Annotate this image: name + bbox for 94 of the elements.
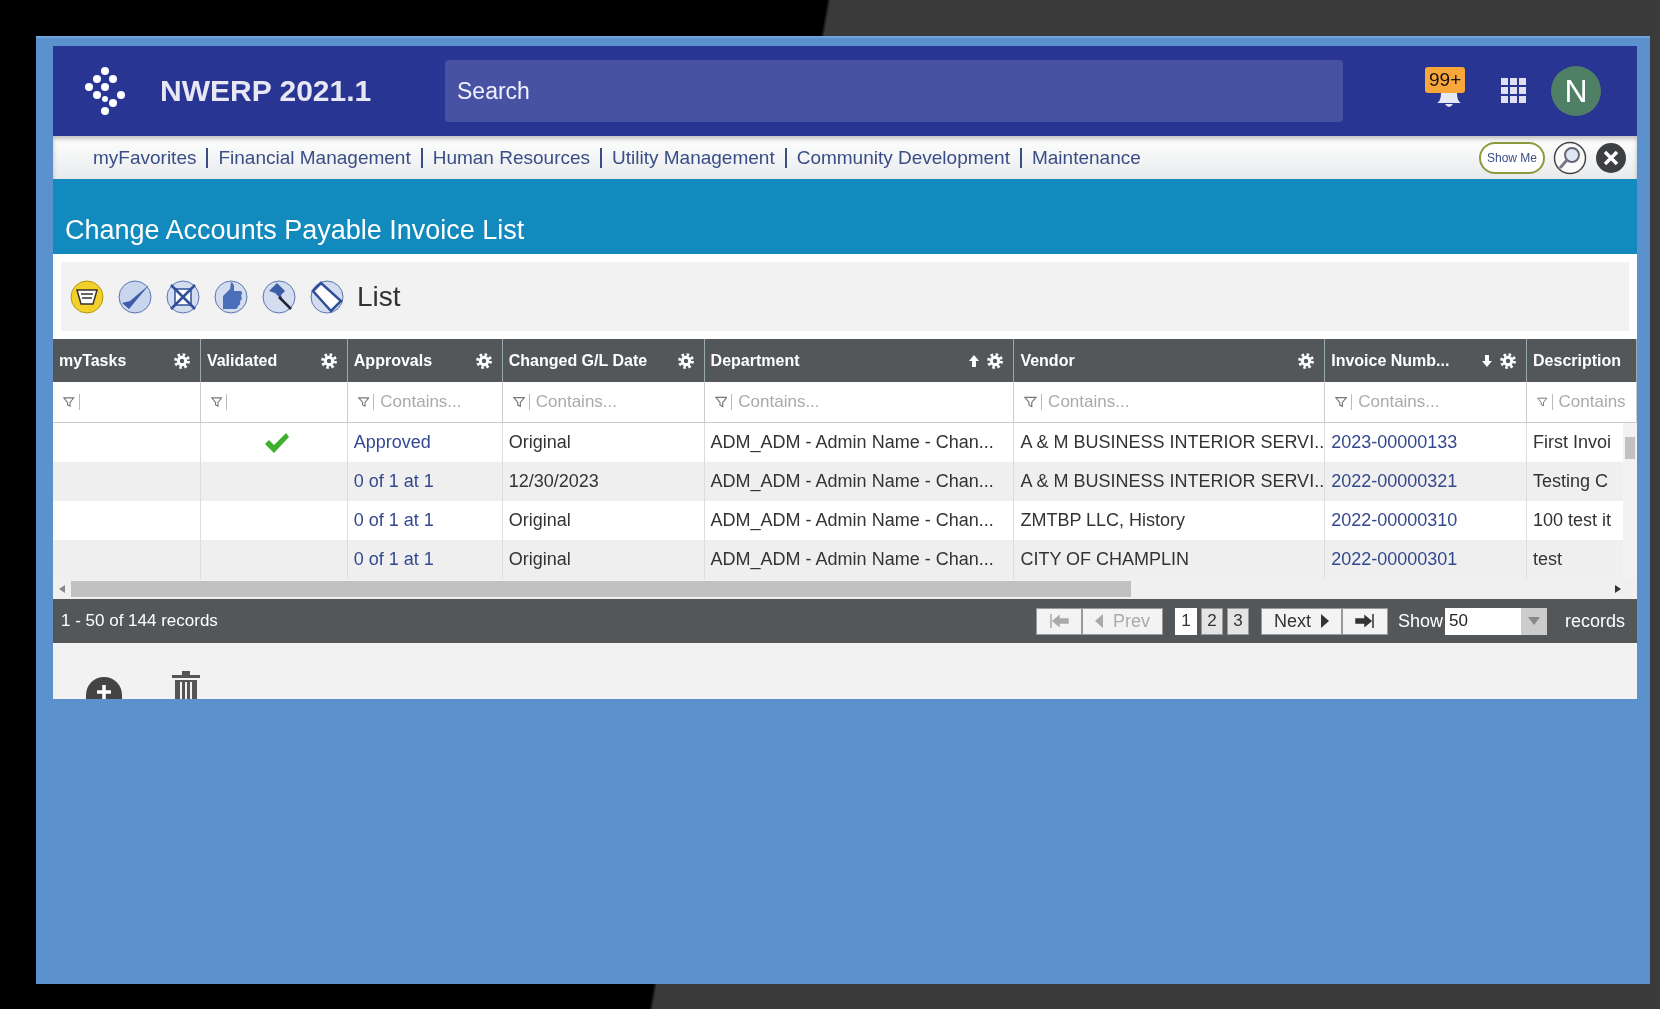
- search-icon[interactable]: [1553, 140, 1587, 175]
- checkmark-icon[interactable]: [117, 278, 153, 315]
- table-link[interactable]: 2022-00000310: [1331, 510, 1458, 531]
- vertical-scrollbar[interactable]: [1623, 423, 1637, 579]
- table-link[interactable]: 0 of 1 at 1: [353, 510, 434, 531]
- settings-icon[interactable]: [320, 352, 337, 369]
- filter-field[interactable]: Contains...: [1046, 391, 1325, 413]
- table-link[interactable]: 0 of 1 at 1: [353, 471, 434, 492]
- table-cell: Original: [508, 432, 571, 453]
- horizontal-scrollbar[interactable]: [53, 579, 1637, 599]
- column-header[interactable]: Vendor: [1014, 339, 1326, 382]
- column-header[interactable]: Changed G/L Date: [502, 339, 705, 382]
- page-button[interactable]: 3: [1226, 607, 1249, 635]
- column-header[interactable]: Department: [704, 339, 1015, 382]
- settings-icon[interactable]: [173, 352, 190, 369]
- filter-icon: [1024, 395, 1038, 409]
- table-cell: ADM_ADM - Admin Name - Chan...: [710, 549, 994, 570]
- column-header[interactable]: Validated: [200, 339, 348, 382]
- table-cell: ZMTBP LLC, History: [1020, 510, 1186, 531]
- column-header[interactable]: myTasks: [53, 339, 201, 382]
- table-cell: 100 test it: [1533, 510, 1612, 531]
- scroll-left-icon[interactable]: [59, 585, 65, 593]
- column-header[interactable]: Approvals: [347, 339, 503, 382]
- last-page-icon: [1354, 614, 1375, 628]
- view-label: List: [357, 280, 401, 313]
- settings-icon[interactable]: [475, 352, 492, 369]
- user-avatar[interactable]: N: [1551, 66, 1601, 116]
- scroll-right-icon[interactable]: [1615, 585, 1621, 593]
- table-cell: A & M BUSINESS INTERIOR SERVI...: [1020, 432, 1325, 453]
- nav-link[interactable]: Human Resources: [432, 146, 591, 169]
- notification-count: 99+: [1425, 67, 1466, 93]
- table-cell: A & M BUSINESS INTERIOR SERVI...: [1020, 471, 1325, 492]
- records-label: records: [1564, 610, 1625, 632]
- table-link[interactable]: 2023-00000133: [1331, 432, 1458, 453]
- filter-icon: [714, 395, 728, 409]
- table-cell: test: [1533, 549, 1563, 570]
- cross-icon[interactable]: [165, 278, 201, 315]
- table-link[interactable]: Approved: [353, 432, 431, 453]
- filter-icon: [1537, 395, 1548, 409]
- app-title: NWERP 2021.1: [160, 74, 373, 108]
- table-cell: First Invoi: [1533, 432, 1612, 453]
- table-link[interactable]: 2022-00000301: [1331, 549, 1458, 570]
- filter-icon: [1335, 395, 1348, 409]
- add-icon[interactable]: [86, 677, 122, 699]
- filter-field[interactable]: Contains...: [533, 391, 704, 413]
- settings-icon[interactable]: [1500, 352, 1517, 369]
- settings-icon[interactable]: [1298, 352, 1315, 369]
- column-header[interactable]: Invoice Numb...: [1325, 339, 1528, 382]
- table-link[interactable]: 0 of 1 at 1: [353, 549, 434, 570]
- page-size-dropdown[interactable]: 50: [1444, 607, 1547, 635]
- table-cell: Testing C: [1533, 471, 1609, 492]
- caret-right-icon: [1320, 614, 1329, 628]
- page-button[interactable]: 1: [1174, 607, 1197, 635]
- filter-field[interactable]: Contains...: [736, 391, 1014, 413]
- filter-icon: [210, 395, 223, 409]
- thumbs-up-icon[interactable]: [213, 278, 249, 315]
- basket-icon[interactable]: [69, 278, 105, 315]
- record-summary: 1 - 50 of 144 records: [61, 611, 218, 631]
- search-field[interactable]: Search: [445, 60, 1343, 122]
- page-button[interactable]: 2: [1200, 607, 1223, 635]
- caret-down-icon: [1527, 617, 1540, 625]
- settings-icon[interactable]: [987, 352, 1004, 369]
- table-cell: ADM_ADM - Admin Name - Chan...: [710, 510, 994, 531]
- nav-link[interactable]: Financial Management: [218, 146, 411, 169]
- next-button[interactable]: Next: [1260, 607, 1342, 635]
- first-page-icon: [1048, 614, 1069, 628]
- filter-icon: [63, 395, 75, 409]
- nav-link[interactable]: Utility Management: [612, 146, 775, 169]
- table-cell: 12/30/2023: [508, 471, 599, 492]
- filter-field[interactable]: Contains: [1556, 391, 1636, 413]
- nav-link[interactable]: myFavorites: [93, 146, 197, 169]
- filter-icon: [357, 395, 370, 409]
- nav-link[interactable]: Maintenance: [1031, 146, 1141, 169]
- apps-grid-icon[interactable]: [1501, 78, 1527, 104]
- page-title: Change Accounts Payable Invoice List: [65, 215, 525, 246]
- nav-link[interactable]: Community Development: [796, 146, 1010, 169]
- table-cell: ADM_ADM - Admin Name - Chan...: [710, 471, 994, 492]
- filter-field[interactable]: Contains...: [1356, 391, 1527, 413]
- caret-left-icon: [1094, 614, 1103, 628]
- table-cell: ADM_ADM - Admin Name - Chan...: [710, 432, 994, 453]
- table-link[interactable]: 2022-00000321: [1331, 471, 1458, 492]
- column-header[interactable]: Description: [1527, 339, 1637, 382]
- table-cell: Original: [508, 510, 571, 531]
- table-cell: CITY OF CHAMPLIN: [1020, 549, 1190, 570]
- show-label: Show: [1397, 610, 1443, 632]
- show-me-button[interactable]: Show Me: [1478, 141, 1545, 174]
- settings-icon[interactable]: [677, 352, 694, 369]
- notification-button[interactable]: 99+: [1425, 67, 1473, 115]
- trash-icon[interactable]: [172, 671, 200, 699]
- close-icon[interactable]: [1595, 141, 1627, 174]
- filter-field[interactable]: Contains...: [378, 391, 502, 413]
- last-page-button[interactable]: [1341, 607, 1388, 635]
- filter-icon: [512, 395, 525, 409]
- table-cell: Original: [508, 549, 571, 570]
